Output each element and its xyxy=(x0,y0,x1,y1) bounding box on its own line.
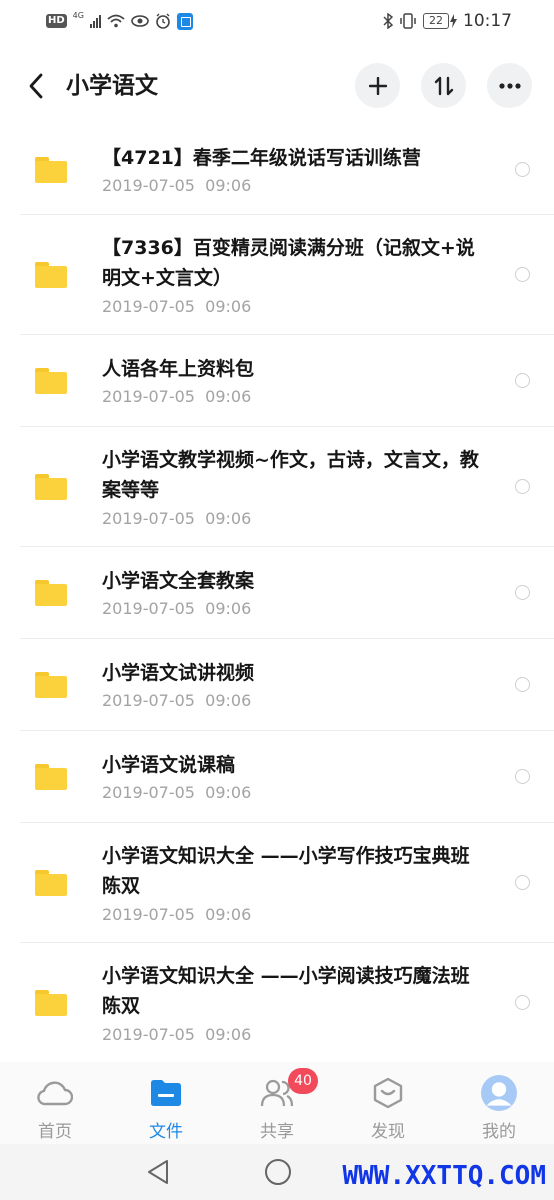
select-radio[interactable] xyxy=(515,267,530,282)
folder-icon xyxy=(35,990,67,1016)
nav-label: 共享 xyxy=(260,1122,294,1142)
list-item[interactable]: 小学语文说课稿 2019-07-05 09:06 xyxy=(0,731,554,823)
file-date: 2019-07-05 09:06 xyxy=(102,176,252,195)
hd-indicator: HD xyxy=(46,14,67,28)
folder-icon xyxy=(35,262,67,288)
folder-icon xyxy=(35,870,67,896)
network-type: 4G xyxy=(72,11,84,20)
folder-icon xyxy=(148,1076,184,1110)
more-button[interactable] xyxy=(487,63,532,108)
charging-icon xyxy=(450,14,457,28)
signal-icon xyxy=(89,14,101,28)
file-date: 2019-07-05 09:06 xyxy=(102,297,252,316)
status-bar-left: HD 4G xyxy=(46,10,193,32)
nav-label: 首页 xyxy=(38,1122,72,1142)
alarm-icon xyxy=(156,13,170,29)
avatar-icon xyxy=(481,1075,517,1111)
select-radio[interactable] xyxy=(515,479,530,494)
file-date: 2019-07-05 09:06 xyxy=(102,1025,252,1044)
list-item[interactable]: 小学语文知识大全 ——小学阅读技巧魔法班 陈双 2019-07-05 09:06 xyxy=(0,943,554,1063)
list-item[interactable]: 小学语文全套教案 2019-07-05 09:06 xyxy=(0,547,554,639)
file-date: 2019-07-05 09:06 xyxy=(102,387,252,406)
file-date: 2019-07-05 09:06 xyxy=(102,691,252,710)
status-bar-right: 22 10:17 xyxy=(383,10,512,32)
list-item[interactable]: 【4721】春季二年级说话写话训练营 2019-07-05 09:06 xyxy=(0,124,554,215)
list-item[interactable]: 人语各年上资料包 2019-07-05 09:06 xyxy=(0,335,554,427)
wifi-icon xyxy=(107,14,125,28)
file-title: 小学语文知识大全 ——小学写作技巧宝典班 陈双 xyxy=(102,845,470,897)
bluetooth-icon xyxy=(383,13,393,29)
notification-badge: 40 xyxy=(288,1068,318,1094)
status-bar: HD 4G 22 10:17 xyxy=(0,0,554,44)
nav-label: 发现 xyxy=(371,1122,405,1142)
more-icon xyxy=(498,82,521,89)
clock: 10:17 xyxy=(463,11,512,31)
nav-home[interactable]: 首页 xyxy=(0,1062,110,1144)
eye-icon xyxy=(131,15,149,27)
cloud-icon xyxy=(37,1076,73,1110)
security-icon xyxy=(176,12,193,30)
nav-files[interactable]: 文件 xyxy=(111,1062,221,1144)
file-date: 2019-07-05 09:06 xyxy=(102,509,252,528)
select-radio[interactable] xyxy=(515,769,530,784)
sort-icon xyxy=(434,76,453,95)
home-circle-icon[interactable] xyxy=(264,1158,292,1186)
select-radio[interactable] xyxy=(515,677,530,692)
folder-icon xyxy=(35,156,67,183)
list-item[interactable]: 小学语文试讲视频 2019-07-05 09:06 xyxy=(0,639,554,731)
nav-me[interactable]: 我的 xyxy=(444,1062,554,1144)
add-button[interactable] xyxy=(355,63,400,108)
plus-icon xyxy=(368,76,387,95)
battery-level: 22 xyxy=(423,13,449,29)
file-title: 小学语文教学视频~作文，古诗，文言文，教案等等 xyxy=(102,449,479,501)
file-title: 人语各年上资料包 xyxy=(102,358,255,380)
select-radio[interactable] xyxy=(515,995,530,1010)
file-title: 【4721】春季二年级说话写话训练营 xyxy=(102,147,421,169)
select-radio[interactable] xyxy=(515,373,530,388)
folder-icon xyxy=(35,672,67,698)
folder-icon xyxy=(35,764,67,790)
vibrate-icon xyxy=(400,13,416,29)
file-title: 小学语文试讲视频 xyxy=(102,662,255,684)
back-button[interactable] xyxy=(20,66,52,106)
header: 小学语文 xyxy=(0,46,554,126)
select-radio[interactable] xyxy=(515,585,530,600)
file-date: 2019-07-05 09:06 xyxy=(102,783,252,802)
nav-label: 我的 xyxy=(482,1122,516,1142)
nav-discover[interactable]: 发现 xyxy=(333,1062,443,1144)
file-date: 2019-07-05 09:06 xyxy=(102,905,252,924)
file-title: 【7336】百变精灵阅读满分班（记叙文+说明文+文言文） xyxy=(102,237,475,289)
file-date: 2019-07-05 09:06 xyxy=(102,599,252,618)
nav-label: 文件 xyxy=(149,1122,183,1142)
folder-icon xyxy=(35,580,67,606)
page-title: 小学语文 xyxy=(66,73,158,99)
list-item[interactable]: 小学语文教学视频~作文，古诗，文言文，教案等等 2019-07-05 09:06 xyxy=(0,427,554,547)
nav-share[interactable]: 40 共享 xyxy=(222,1062,332,1144)
select-radio[interactable] xyxy=(515,161,530,177)
list-item[interactable]: 【7336】百变精灵阅读满分班（记叙文+说明文+文言文） 2019-07-05 0… xyxy=(0,215,554,335)
list-item[interactable]: 小学语文知识大全 ——小学写作技巧宝典班 陈双 2019-07-05 09:06 xyxy=(0,823,554,943)
file-title: 小学语文说课稿 xyxy=(102,754,236,776)
folder-icon xyxy=(35,368,67,394)
battery-icon: 22 xyxy=(423,13,457,29)
file-title: 小学语文全套教案 xyxy=(102,570,255,592)
bottom-nav: 首页 文件 40 共享 发现 我的 xyxy=(0,1062,554,1144)
select-radio[interactable] xyxy=(515,875,530,890)
sort-button[interactable] xyxy=(421,63,466,108)
back-arrow-icon xyxy=(29,73,43,99)
discover-icon xyxy=(370,1076,406,1110)
folder-icon xyxy=(35,474,67,500)
watermark: WWW.XXTTQ.COM xyxy=(340,1159,548,1193)
back-triangle-icon[interactable] xyxy=(146,1159,170,1185)
file-title: 小学语文知识大全 ——小学阅读技巧魔法班 陈双 xyxy=(102,965,470,1017)
